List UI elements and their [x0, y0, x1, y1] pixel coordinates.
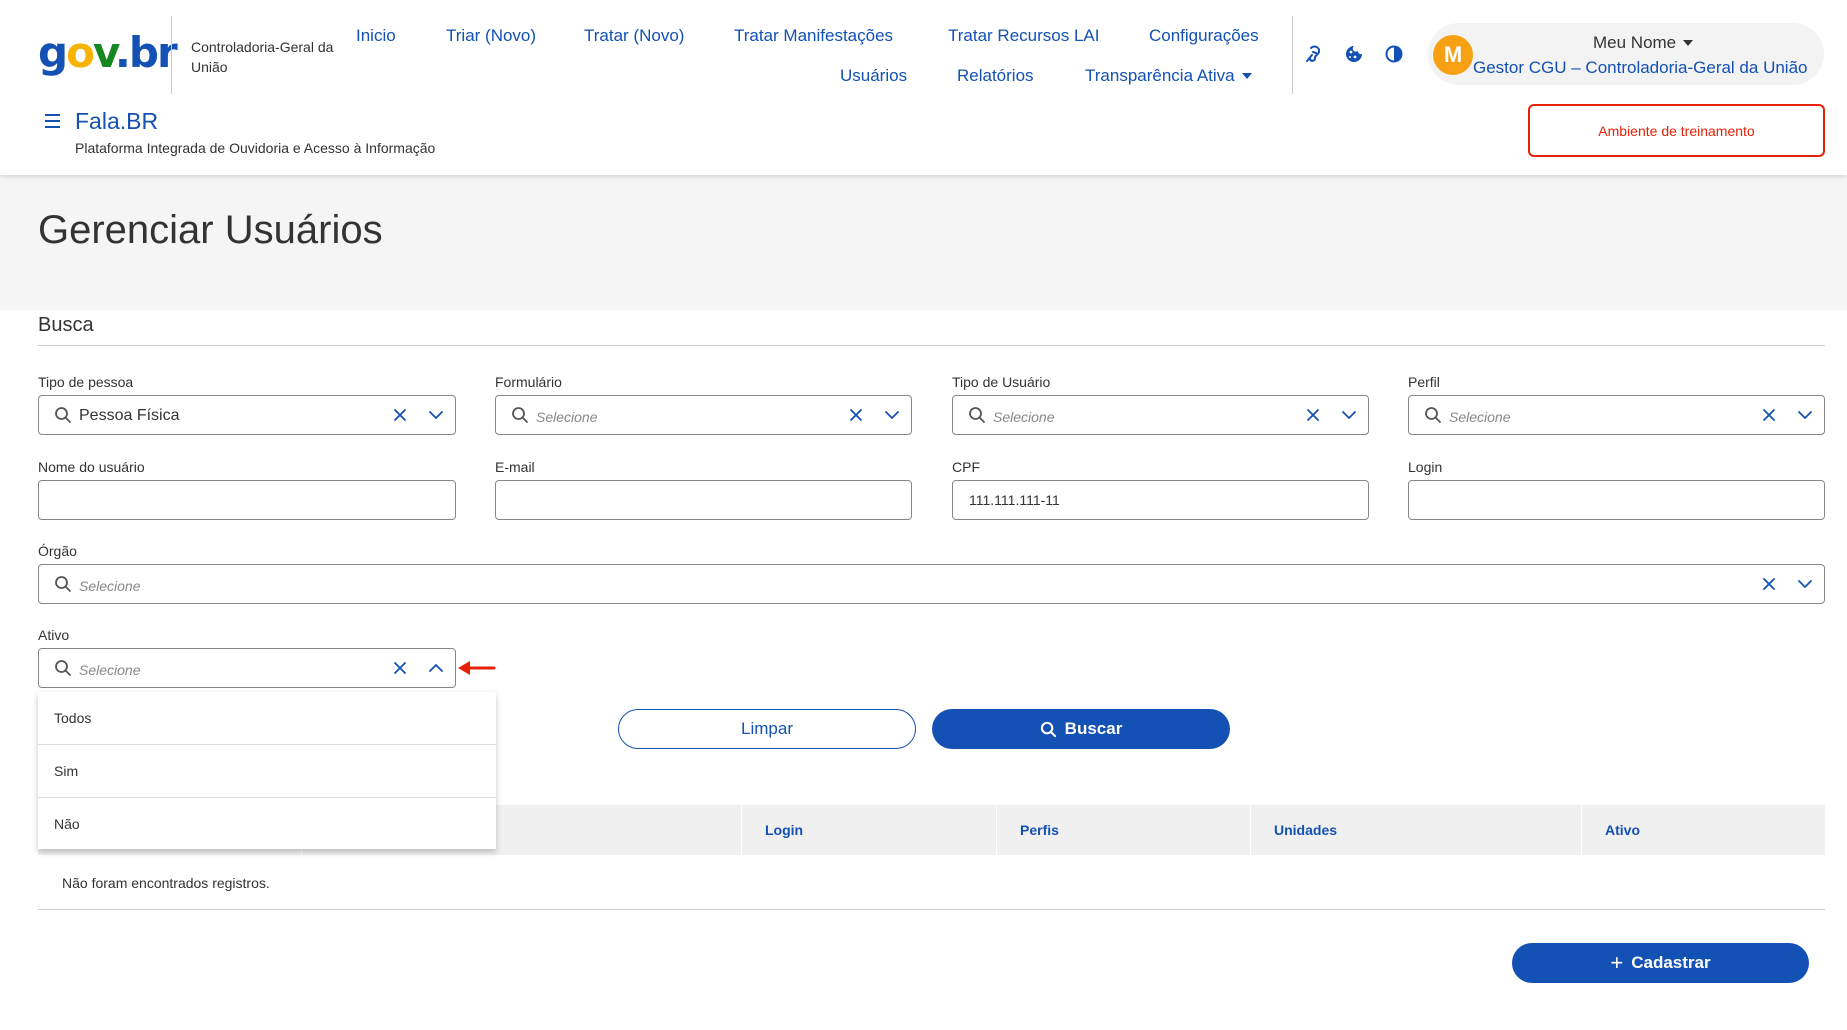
dropdown-option-nao[interactable]: Não: [38, 798, 496, 850]
ativo-select[interactable]: Selecione: [38, 648, 456, 688]
nav-usuarios[interactable]: Usuários: [840, 66, 907, 86]
clear-icon[interactable]: [848, 407, 864, 423]
caret-down-icon: [1683, 40, 1694, 46]
perfil-label: Perfil: [1408, 374, 1440, 390]
tipo-pessoa-label: Tipo de pessoa: [38, 374, 134, 390]
orgao-label: Órgão: [38, 543, 77, 559]
chevron-down-icon[interactable]: [428, 407, 444, 423]
app-subtitle: Plataforma Integrada de Ouvidoria e Aces…: [75, 140, 436, 156]
orgao-select[interactable]: Selecione: [38, 564, 1825, 604]
nav-transparencia-ativa[interactable]: Transparência Ativa: [1085, 66, 1252, 86]
contrast-icon[interactable]: [1383, 43, 1405, 65]
search-section-title: Busca: [38, 314, 94, 336]
perfil-select[interactable]: Selecione: [1408, 395, 1825, 435]
search-icon: [1040, 721, 1056, 737]
email-label: E-mail: [495, 459, 535, 475]
user-name-label: Meu Nome: [1593, 33, 1677, 52]
formulario-placeholder: Selecione: [536, 409, 598, 425]
chevron-up-icon[interactable]: [428, 660, 444, 676]
hamburger-menu-icon[interactable]: [45, 114, 63, 128]
add-user-button[interactable]: + Cadastrar: [1512, 943, 1809, 983]
user-name[interactable]: Meu Nome: [1593, 33, 1694, 53]
nav-relatorios[interactable]: Relatórios: [957, 66, 1034, 86]
formulario-select[interactable]: Selecione: [495, 395, 912, 435]
nav-tratar-manifestacoes[interactable]: Tratar Manifestações: [734, 26, 893, 46]
plus-icon: +: [1610, 950, 1624, 975]
chevron-down-icon[interactable]: [1341, 407, 1357, 423]
search-icon: [512, 407, 528, 423]
clear-icon[interactable]: [392, 407, 408, 423]
table-bottom-divider: [38, 909, 1825, 910]
clear-icon[interactable]: [392, 660, 408, 676]
header-divider-right: [1292, 16, 1293, 94]
page-title: Gerenciar Usuários: [38, 208, 383, 252]
chevron-down-icon[interactable]: [1797, 576, 1813, 592]
red-arrow-annotation-icon: [458, 661, 496, 675]
perfil-placeholder: Selecione: [1449, 409, 1511, 425]
search-icon: [969, 407, 985, 423]
caret-down-icon: [1241, 73, 1252, 79]
tipo-pessoa-select[interactable]: Pessoa Física: [38, 395, 456, 435]
tipo-usuario-select[interactable]: Selecione: [952, 395, 1369, 435]
chevron-down-icon[interactable]: [884, 407, 900, 423]
add-user-button-label: Cadastrar: [1631, 953, 1711, 972]
search-icon: [55, 660, 71, 676]
nav-configuracoes[interactable]: Configurações: [1149, 26, 1259, 46]
login-input[interactable]: [1408, 480, 1825, 520]
column-header-perfis[interactable]: Perfis: [996, 805, 1250, 855]
nav-inicio[interactable]: Inicio: [356, 26, 396, 46]
login-label: Login: [1408, 459, 1443, 475]
ativo-label: Ativo: [38, 627, 70, 643]
dropdown-option-todos[interactable]: Todos: [38, 692, 496, 744]
column-header-login[interactable]: Login: [741, 805, 996, 855]
email-input[interactable]: [495, 480, 912, 520]
chevron-down-icon[interactable]: [1797, 407, 1813, 423]
nav-tratar-recursos-lai[interactable]: Tratar Recursos LAI: [948, 26, 1099, 46]
cookie-icon[interactable]: [1343, 43, 1365, 65]
clear-icon[interactable]: [1761, 576, 1777, 592]
nome-usuario-label: Nome do usuário: [38, 459, 145, 475]
search-icon: [55, 407, 71, 423]
search-button-label: Buscar: [1064, 719, 1123, 738]
org-name: Controladoria-Geral da União: [191, 39, 334, 75]
app-title[interactable]: Fala.BR: [75, 108, 158, 135]
search-button[interactable]: Buscar: [932, 709, 1230, 749]
nav-triar[interactable]: Triar (Novo): [446, 26, 536, 46]
search-icon: [1425, 407, 1441, 423]
clear-icon[interactable]: [1305, 407, 1321, 423]
clear-button[interactable]: Limpar: [618, 709, 916, 749]
section-divider: [38, 345, 1825, 346]
tipo-pessoa-value: Pessoa Física: [79, 407, 180, 424]
header: gov.br Controladoria-Geral da União Inic…: [0, 0, 1847, 175]
tipo-usuario-label: Tipo de Usuário: [952, 374, 1051, 390]
nome-usuario-input[interactable]: [38, 480, 456, 520]
nav-transparencia-label: Transparência Ativa: [1085, 66, 1235, 85]
column-header-ativo[interactable]: Ativo: [1581, 805, 1825, 855]
avatar[interactable]: M: [1433, 35, 1473, 75]
column-header-unidades[interactable]: Unidades: [1250, 805, 1581, 855]
orgao-placeholder: Selecione: [79, 578, 141, 594]
search-icon: [55, 576, 71, 592]
empty-table-message: Não foram encontrados registros.: [62, 875, 270, 891]
cpf-input[interactable]: [952, 480, 1369, 520]
govbr-logo[interactable]: gov.br: [38, 30, 178, 76]
clear-icon[interactable]: [1761, 407, 1777, 423]
training-environment-button[interactable]: Ambiente de treinamento: [1528, 104, 1825, 157]
header-divider: [171, 16, 172, 94]
ativo-placeholder: Selecione: [79, 662, 141, 678]
ativo-dropdown-menu: Todos Sim Não: [38, 692, 496, 849]
dropdown-option-sim[interactable]: Sim: [38, 745, 496, 797]
accessibility-icon[interactable]: [1303, 43, 1325, 65]
cpf-label: CPF: [952, 459, 980, 475]
nav-tratar[interactable]: Tratar (Novo): [584, 26, 684, 46]
tipo-usuario-placeholder: Selecione: [993, 409, 1055, 425]
formulario-label: Formulário: [495, 374, 562, 390]
user-role: Gestor CGU – Controladoria-Geral da Uniã…: [1473, 58, 1808, 77]
